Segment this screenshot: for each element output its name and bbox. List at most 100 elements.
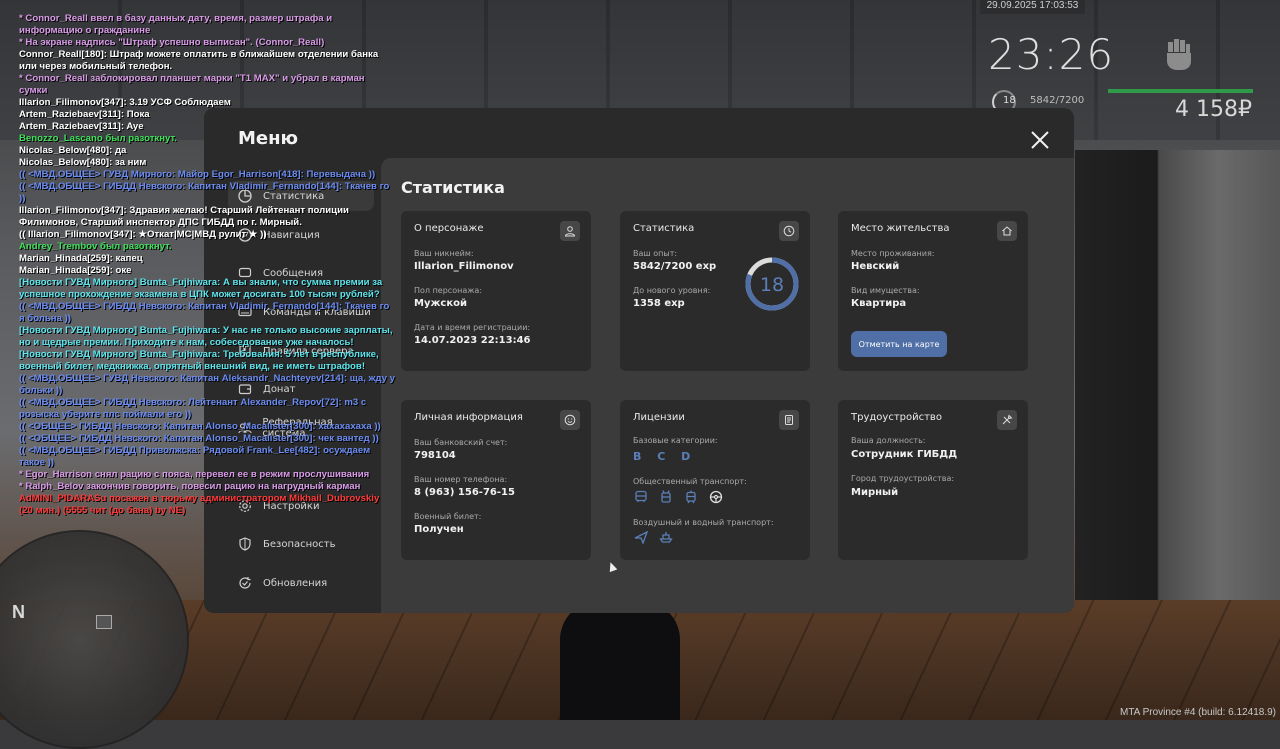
nav-item-security[interactable]: Безопасность: [228, 529, 374, 559]
exp-label: Ваш опыт:: [633, 249, 678, 258]
chat-line: Andrey_Trembov был разоткнут.: [19, 241, 172, 252]
chat-line: Illarion_Filimonov[347]: 3.19 УСФ Соблюд…: [19, 97, 231, 108]
close-icon[interactable]: [1028, 128, 1052, 152]
chat-line: AdMINI_PIDARASu посажен в тюрьму админис…: [19, 493, 380, 516]
tools-icon: [997, 410, 1017, 430]
level-progress-ring: 18: [745, 257, 799, 311]
card-residence: Место жительства Место проживания: Невск…: [838, 211, 1028, 371]
build-label: MTA Province #4 (build: 6.12418.9): [1119, 707, 1276, 718]
document-icon: [779, 410, 799, 430]
registration-value: 14.07.2023 22:13:46: [414, 335, 531, 346]
chat-line: Nicolas_Below[480]: за ним: [19, 157, 147, 168]
gender-value: Мужской: [414, 298, 468, 309]
mark-on-map-button[interactable]: Отметить на карте: [851, 331, 947, 357]
residence-place-label: Место проживания:: [851, 249, 935, 258]
job-position-label: Ваша должность:: [851, 436, 926, 445]
card-character: О персонаже Ваш никнейм: Illarion_Filimo…: [401, 211, 591, 371]
card-personal-info: Личная информация Ваш банковский счет: 7…: [401, 400, 591, 560]
next-level-value: 1358 exp: [633, 298, 685, 309]
chat-line: [Новости ГУВД Мирного] Bunta_Fujhiwara: …: [19, 277, 383, 300]
refresh-icon: [237, 575, 253, 591]
chat-line: (( <МВД.ОБЩЕЕ> ГИБДД Невского: Капитан V…: [19, 181, 390, 204]
chat-line: (( <МВД.ОБЩЕЕ> ГУВД Мирного: Майор Egor_…: [19, 169, 376, 180]
chat-line: [Новости ГУВД Мирного] Bunta_Fujhiwara: …: [19, 349, 379, 372]
chat-line: Connor_Reall[180]: Штраф можете оплатить…: [19, 49, 379, 72]
card-title: Статистика: [633, 223, 695, 234]
fist-icon: [1167, 39, 1191, 70]
chat-line: (( <ОБЩЕЕ> ГИБДД Невского: Капитан Alons…: [19, 433, 379, 444]
chat-line: Nicolas_Below[480]: да: [19, 145, 127, 156]
chat-line: * Egor_Harrison снял рацию с пояса, пере…: [19, 469, 370, 480]
tram-icon: [683, 489, 699, 505]
card-title: Лицензии: [633, 412, 685, 423]
hud-money: 4 158₽: [1175, 97, 1252, 122]
bank-account-value: 798104: [414, 450, 456, 461]
chat-line: (( <МВД.ОБЩЕЕ> ГИБДД Приволжска: Рядовой…: [19, 445, 371, 468]
public-transport-label: Общественный транспорт:: [633, 477, 747, 486]
hud-exp: 5842/7200: [1030, 95, 1085, 106]
chat-line: * Ralph_Belov закончив говорить, повесил…: [19, 481, 361, 492]
military-id-label: Военный билет:: [414, 512, 482, 521]
chat-line: * Connor_Reall ввел в базу данных дату, …: [19, 13, 333, 36]
nickname-label: Ваш никнейм:: [414, 249, 474, 258]
nav-label: Безопасность: [263, 538, 336, 550]
job-city-label: Город трудоустройства:: [851, 474, 955, 483]
plane-icon: [633, 529, 649, 545]
chat-line: * На экране надпись "Штраф успешно выпис…: [19, 37, 325, 48]
property-label: Вид имущества:: [851, 286, 920, 295]
boat-icon: [658, 529, 674, 545]
card-statistics: Статистика Ваш опыт: 5842/7200 exp До но…: [620, 211, 810, 371]
hud-level: 18: [1003, 95, 1016, 106]
statistics-panel: Статистика О персонаже Ваш никнейм: Illa…: [381, 158, 1074, 613]
chat-line: Benozzo_Lascano был разоткнут.: [19, 133, 177, 144]
chat-line: [Новости ГУВД Мирного] Bunta_Fujhiwara: …: [19, 325, 393, 348]
user-icon: [560, 221, 580, 241]
chat-line: (( <МВД.ОБЩЕЕ> ГИБДД Невского: Капитан V…: [19, 301, 390, 324]
bus-icon: [633, 489, 649, 505]
clock-icon: [779, 221, 799, 241]
hud-clock: 23:26: [988, 30, 1115, 79]
nickname-value: Illarion_Filimonov: [414, 261, 514, 272]
residence-place-value: Невский: [851, 261, 900, 272]
air-water-transport-label: Воздушный и водный транспорт:: [633, 518, 774, 527]
card-title: О персонаже: [414, 223, 484, 234]
chat-line: Artem_Raziebaev[311]: Aye: [19, 121, 144, 132]
chat-line: Illarion_Filimonov[347]: Здравия желаю! …: [19, 205, 349, 228]
job-position-value: Сотрудник ГИБДД: [851, 449, 958, 460]
public-transport-icons: [633, 489, 724, 505]
chat-log: * Connor_Reall ввел в базу данных дату, …: [19, 13, 395, 517]
card-employment: Трудоустройство Ваша должность: Сотрудни…: [838, 400, 1028, 560]
phone-value: 8 (963) 156-76-15: [414, 487, 515, 498]
next-level-label: До нового уровня:: [633, 286, 711, 295]
chat-line: (( <МВД.ОБЩЕЕ> ГУВД Невского: Капитан Al…: [19, 373, 395, 396]
chat-line: Artem_Raziebaev[311]: Пока: [19, 109, 150, 120]
chat-line: (( <МВД.ОБЩЕЕ> ГИБДД Невского: Лейтенант…: [19, 397, 367, 420]
nav-item-updates[interactable]: Обновления: [228, 568, 374, 598]
exp-value: 5842/7200 exp: [633, 261, 717, 272]
military-id-value: Получен: [414, 524, 464, 535]
property-value: Квартира: [851, 298, 907, 309]
player-character: [560, 600, 680, 720]
chat-line: Marian_Hinada[259]: капец: [19, 253, 143, 264]
corridor-wall: [1075, 150, 1280, 600]
card-title: Место жительства: [851, 223, 950, 234]
minimap-player-icon: [96, 615, 112, 629]
base-categories-label: Базовые категории:: [633, 436, 718, 445]
chat-line: (( <ОБЩЕЕ> ГИБДД Невского: Капитан Alons…: [19, 421, 381, 432]
shield-icon: [237, 536, 253, 552]
card-title: Трудоустройство: [851, 412, 942, 423]
card-licenses: Лицензии Базовые категории: B C D Общест…: [620, 400, 810, 560]
level-number: 18: [760, 274, 784, 296]
home-icon: [997, 221, 1017, 241]
steering-icon: [708, 489, 724, 505]
registration-label: Дата и время регистрации:: [414, 323, 531, 332]
chat-line: (( Illarion_Filimonov[347]: ★Откат|МС|МВ…: [19, 229, 267, 240]
hud-datetime: 29.09.2025 17:03:53: [980, 0, 1085, 14]
face-icon: [560, 410, 580, 430]
card-title: Личная информация: [414, 412, 523, 423]
statistics-title: Статистика: [401, 178, 505, 197]
minimap-north-label: N: [12, 602, 25, 622]
health-bar: [1108, 89, 1253, 93]
chat-line: * Connor_Reall заблокировал планшет марк…: [19, 73, 365, 96]
air-water-transport-icons: [633, 529, 674, 545]
